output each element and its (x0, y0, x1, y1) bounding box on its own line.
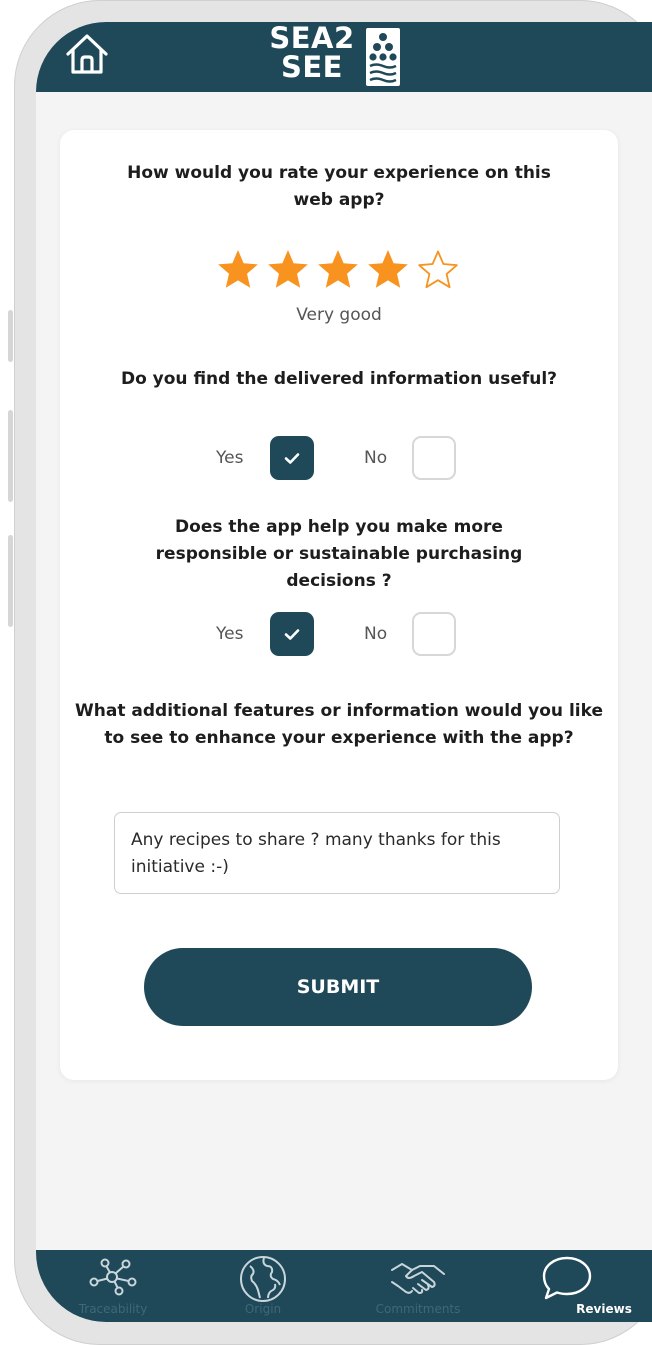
logo-line-1: SEA2 (269, 22, 355, 55)
nav-label-origin: Origin (244, 1302, 282, 1316)
star-1-icon[interactable] (216, 248, 260, 292)
rating-label: Very good (296, 305, 382, 325)
nav-item-reviews[interactable]: Reviews (498, 1250, 652, 1322)
star-5-icon[interactable] (416, 248, 460, 292)
question-sustainable: Does the app help you make more responsi… (155, 517, 523, 591)
sea2see-logo: SEA2 SEE (262, 24, 412, 90)
nav-item-origin[interactable]: Origin (190, 1250, 344, 1322)
q3-no-label: No (364, 624, 388, 644)
logo-line-2: SEE (280, 50, 343, 84)
home-button[interactable] (62, 28, 112, 80)
q2-yes-checkbox[interactable] (270, 436, 314, 480)
chat-bubble-icon (542, 1256, 592, 1300)
question-useful: Do you find the delivered information us… (120, 369, 558, 389)
submit-button[interactable]: SUBMIT (144, 948, 532, 1026)
nav-item-commitments[interactable]: Commitments (344, 1250, 498, 1322)
star-3-icon[interactable] (316, 248, 360, 292)
checkmark-icon (284, 629, 300, 640)
q2-yes-label: Yes (216, 448, 244, 468)
question-features: What additional features or information … (75, 701, 603, 748)
nav-item-traceability[interactable]: Traceability (36, 1250, 190, 1322)
home-icon (66, 34, 108, 74)
logo-emblem-icon (366, 28, 400, 86)
q3-no-checkbox[interactable] (412, 612, 456, 656)
nav-label-traceability: Traceability (78, 1302, 148, 1316)
nav-label-reviews: Reviews (576, 1302, 632, 1316)
app-screen: SEA2 SEE How would you rate your experie… (36, 22, 652, 1322)
question-rating: How would you rate your experience on th… (127, 163, 551, 210)
star-2-icon[interactable] (266, 248, 310, 292)
network-icon (89, 1258, 137, 1296)
review-form-card: How would you rate your experience on th… (60, 130, 618, 1080)
phone-side-button-2 (8, 410, 13, 502)
q2-no-label: No (364, 448, 388, 468)
checkmark-icon (284, 453, 300, 464)
bottom-navigation: Traceability Origin Commitments Reviews (36, 1250, 652, 1322)
phone-side-button-1 (8, 310, 13, 362)
star-4-icon[interactable] (366, 248, 410, 292)
phone-side-button-3 (8, 535, 13, 627)
app-header: SEA2 SEE (36, 22, 652, 92)
q2-no-checkbox[interactable] (412, 436, 456, 480)
q3-yes-checkbox[interactable] (270, 612, 314, 656)
nav-label-commitments: Commitments (375, 1302, 461, 1316)
feedback-textarea[interactable]: Any recipes to share ? many thanks for t… (114, 812, 560, 894)
handshake-icon (391, 1263, 445, 1294)
q3-yes-label: Yes (216, 624, 244, 644)
star-rating[interactable] (216, 248, 466, 294)
globe-icon (240, 1256, 286, 1302)
